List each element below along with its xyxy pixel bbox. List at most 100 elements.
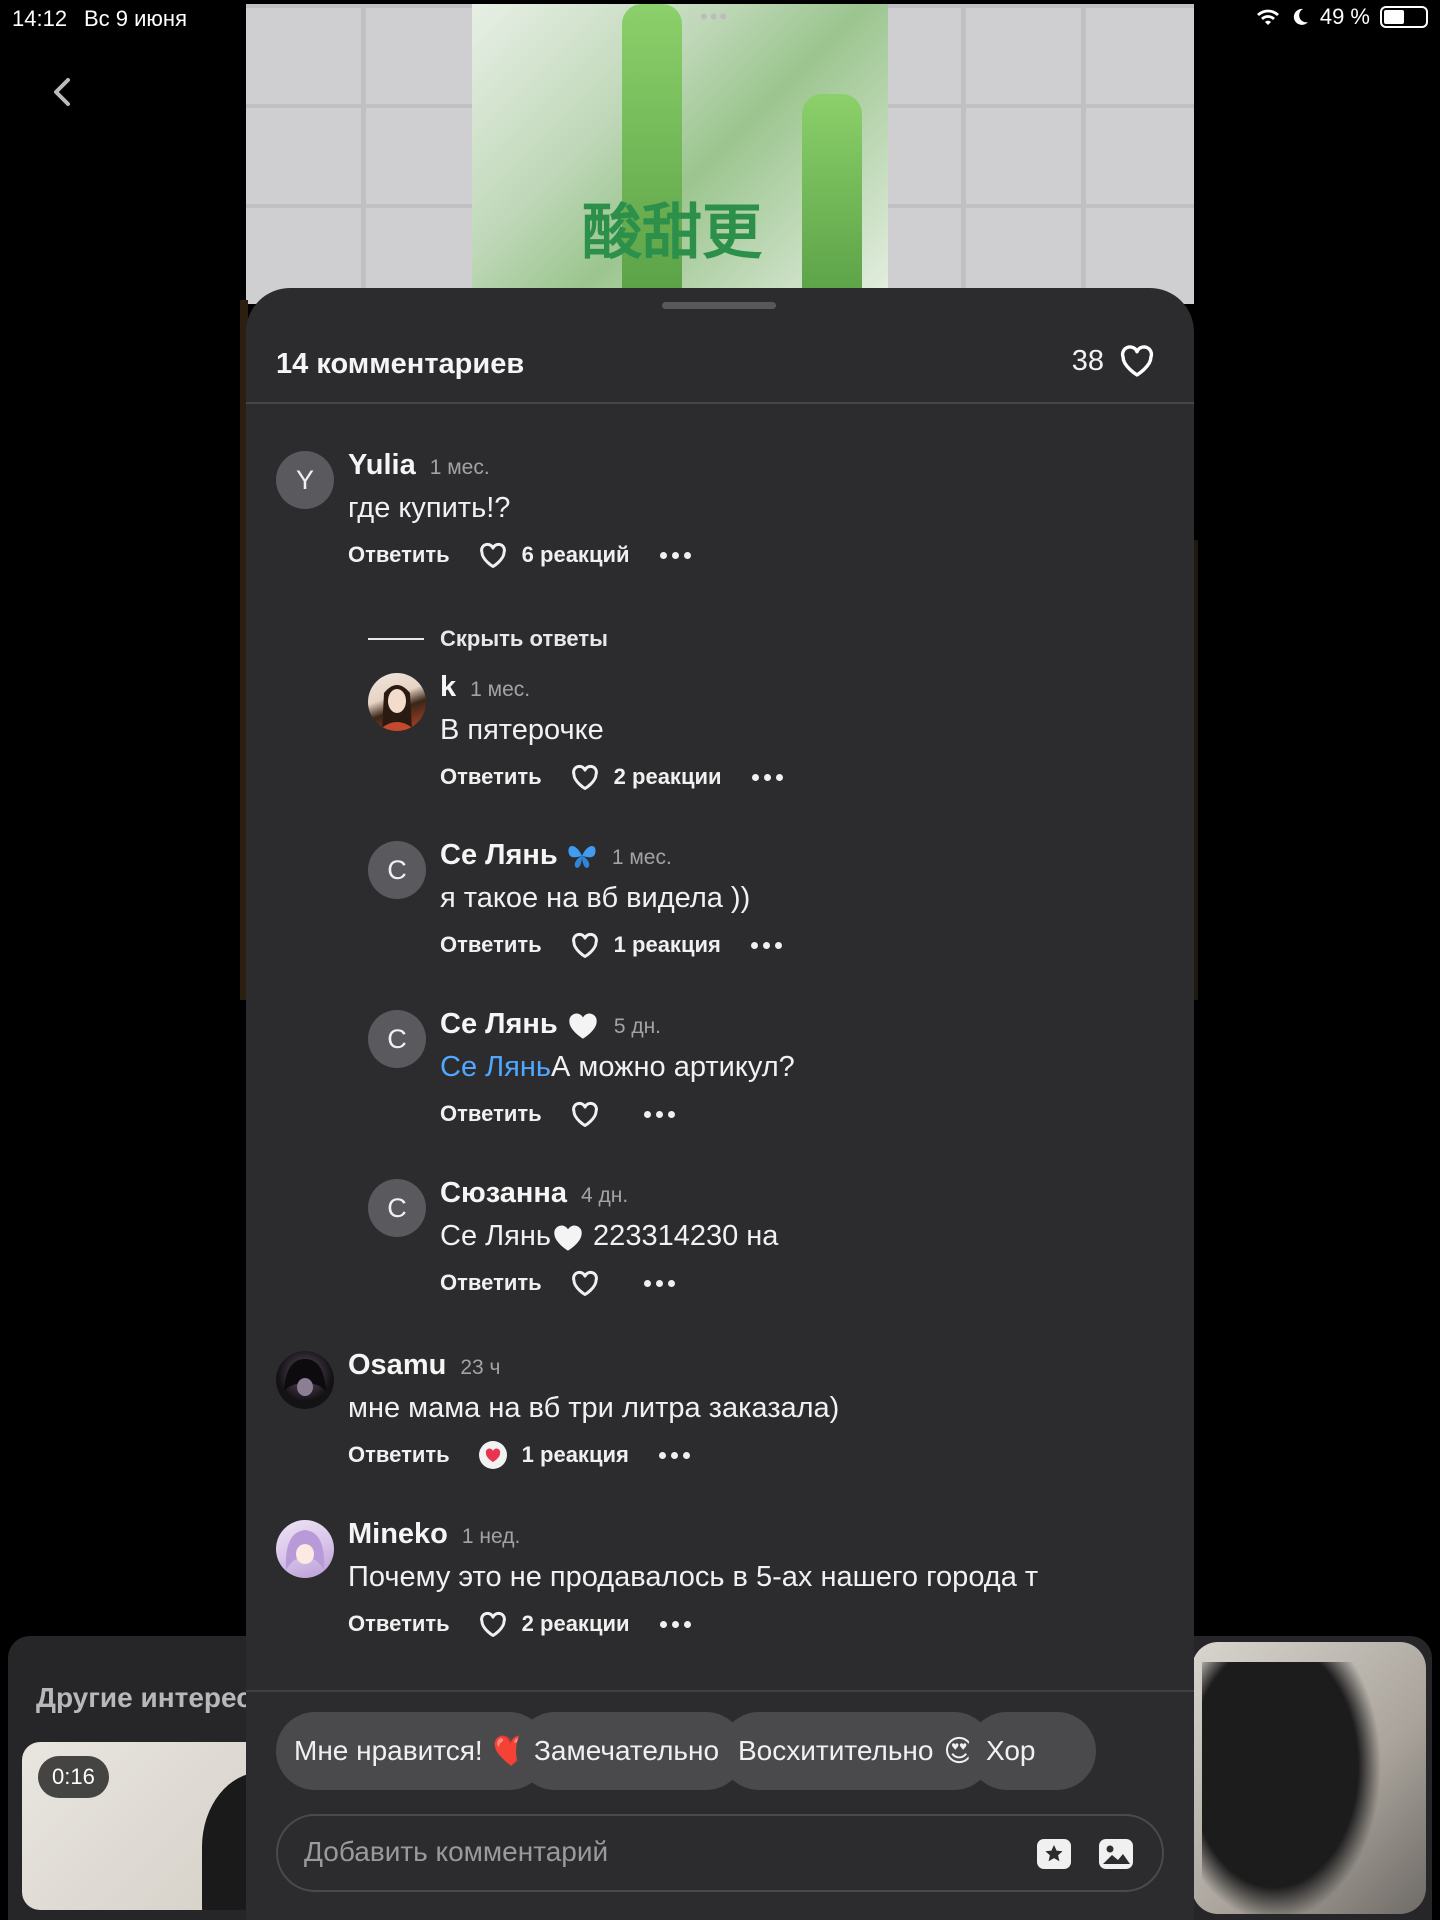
comment-time: 1 мес.	[611, 846, 672, 869]
multitask-dots[interactable]: •••	[700, 4, 729, 30]
heart-eyes-reaction-icon	[478, 1441, 507, 1469]
avatar-character-image	[284, 1359, 326, 1396]
comment-author[interactable]: Се Лянь	[440, 1008, 600, 1041]
more-options-icon[interactable]	[643, 1268, 675, 1298]
avatar[interactable]: С	[368, 1179, 426, 1237]
hide-replies-label: Скрыть ответы	[440, 626, 608, 651]
status-right: 49 %	[1256, 4, 1428, 30]
comments-sheet: 14 комментариев 38 Y Yulia 1 мес. где ку…	[246, 288, 1194, 1920]
more-options-icon[interactable]	[643, 1099, 675, 1129]
reply-button[interactable]: Ответить	[440, 932, 542, 958]
video-likes[interactable]: 38	[1072, 344, 1156, 378]
reply-button[interactable]: Ответить	[440, 1270, 542, 1296]
comment-time: 1 нед.	[461, 1525, 521, 1548]
video-thumbnail[interactable]	[1192, 1642, 1426, 1914]
heart-outline-icon	[571, 1101, 598, 1127]
status-time: 14:12	[12, 6, 68, 31]
avatar-character-image	[378, 685, 416, 731]
chip-label: Хор	[986, 1735, 1036, 1766]
like-comment-button[interactable]: 1 реакция	[478, 1440, 629, 1470]
like-comment-button[interactable]: 2 реакции	[478, 1611, 630, 1638]
comment-author[interactable]: Се Лянь	[440, 839, 598, 872]
hide-replies-button[interactable]: Скрыть ответы	[368, 626, 608, 652]
comment-text-body: А можно артикул?	[551, 1051, 795, 1083]
comment-actions: Ответить 1 реакция	[440, 927, 1194, 963]
video-preview[interactable]: 酸甜更	[246, 4, 1194, 304]
heart-outline-icon	[479, 542, 506, 568]
back-chevron-icon[interactable]	[44, 70, 80, 114]
like-comment-button[interactable]: 6 реакций	[478, 542, 630, 569]
sheet-drag-handle[interactable]	[662, 302, 776, 309]
quick-reaction-chip[interactable]: Хор	[968, 1712, 1096, 1790]
comment-author[interactable]: Сюзанна	[440, 1177, 567, 1210]
image-gallery-icon[interactable]	[1096, 1834, 1136, 1874]
avatar[interactable]	[276, 1520, 334, 1578]
more-options-icon[interactable]	[659, 540, 691, 570]
comment-input[interactable]: Добавить комментарий	[276, 1814, 1164, 1892]
chip-label: Замечательно!	[534, 1735, 727, 1766]
white-heart-icon	[569, 1013, 597, 1039]
more-options-icon[interactable]	[659, 1609, 691, 1639]
reply-button[interactable]: Ответить	[348, 1442, 450, 1468]
author-name: Се Лянь	[440, 1008, 558, 1040]
thumbnail-figure	[1202, 1662, 1382, 1914]
likes-count: 38	[1071, 344, 1104, 377]
screen: 酸甜更 14:12 Вс 9 июня ••• 49 % Другие инте…	[0, 0, 1440, 1920]
video-duration: 0:16	[38, 1756, 109, 1798]
comment-author[interactable]: Osamu	[348, 1349, 446, 1382]
more-options-icon[interactable]	[658, 1440, 690, 1470]
comment-author[interactable]: k	[440, 671, 456, 704]
like-comment-button[interactable]	[570, 1101, 614, 1128]
avatar-character-image	[285, 1530, 325, 1570]
avatar[interactable]: С	[368, 1010, 426, 1068]
comment-actions: Ответить	[440, 1265, 1194, 1301]
like-comment-button[interactable]: 2 реакции	[570, 764, 722, 791]
comment-actions: Ответить 2 реакции	[348, 1606, 1108, 1642]
avatar[interactable]	[276, 1351, 334, 1409]
comment-author[interactable]: Yulia	[348, 449, 416, 482]
battery-percent: 49 %	[1319, 4, 1370, 29]
chip-label: Мне нравится!	[294, 1735, 483, 1766]
comment-actions: Ответить	[440, 1096, 1194, 1132]
quick-reaction-chip[interactable]: Восхитительно 😍	[720, 1712, 993, 1790]
reply-button[interactable]: Ответить	[348, 1611, 450, 1637]
heart-outline-icon	[571, 1270, 598, 1296]
comment-time: 4 дн.	[581, 1184, 629, 1207]
heart-outline-icon	[479, 1611, 506, 1637]
avatar[interactable]: Y	[276, 451, 334, 509]
more-options-icon[interactable]	[751, 762, 783, 792]
comment-time: 1 мес.	[470, 678, 531, 701]
sheet-header: 14 комментариев 38	[246, 338, 1194, 402]
heart-icon[interactable]	[1118, 344, 1156, 378]
author-name: Се Лянь	[440, 839, 558, 871]
poster-logo: 酸甜更	[582, 198, 762, 268]
avatar[interactable]: С	[368, 841, 426, 899]
comment-text: Се Лянь 223314230 на	[440, 1220, 1194, 1253]
reply-button[interactable]: Ответить	[440, 1101, 542, 1127]
like-comment-button[interactable]: 1 реакция	[570, 932, 721, 959]
heart-outline-icon	[571, 932, 598, 958]
like-comment-button[interactable]	[570, 1270, 614, 1297]
reaction-count: 2 реакции	[521, 1611, 630, 1636]
reply-button[interactable]: Ответить	[348, 542, 450, 568]
avatar[interactable]	[368, 673, 426, 731]
sticker-star-icon[interactable]	[1034, 1834, 1074, 1874]
quick-reaction-chip[interactable]: Замечательно!	[516, 1712, 745, 1790]
header-divider	[246, 402, 1194, 404]
comment-time: 23 ч	[460, 1356, 501, 1379]
quick-reaction-chip[interactable]: Мне нравится! ❤️	[276, 1712, 549, 1790]
comment-actions: Ответить 2 реакции	[440, 759, 1194, 795]
white-heart-icon	[554, 1225, 582, 1251]
comment-author[interactable]: Mineko	[348, 1518, 448, 1551]
more-options-icon[interactable]	[750, 930, 782, 960]
reply-button[interactable]: Ответить	[440, 764, 542, 790]
wifi-icon	[1256, 9, 1279, 25]
reaction-count: 6 реакций	[521, 542, 630, 567]
drink-poster: 酸甜更	[472, 4, 888, 304]
comment-text: Почему это не продавалось в 5-ах нашего …	[348, 1561, 1039, 1593]
battery-icon	[1380, 6, 1428, 28]
chip-label: Восхитительно	[738, 1735, 934, 1766]
reaction-count: 1 реакция	[521, 1442, 629, 1467]
comment-actions: Ответить 1 реакция	[348, 1437, 1108, 1473]
mention-link[interactable]: Се Лянь	[440, 1051, 551, 1083]
